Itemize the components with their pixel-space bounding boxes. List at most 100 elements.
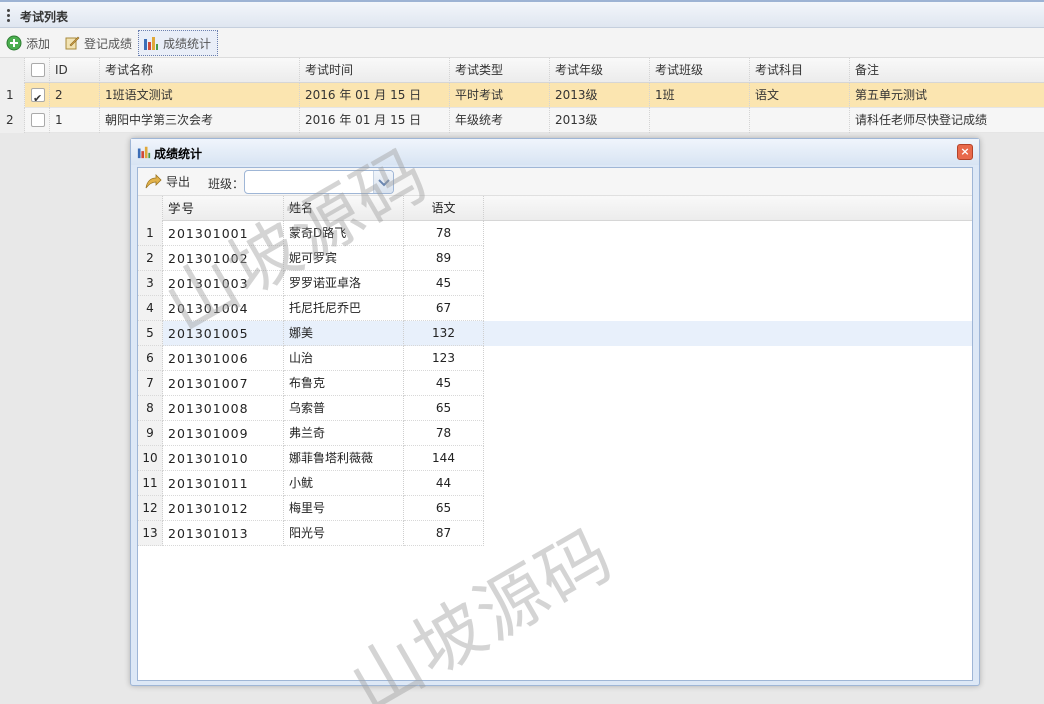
score-stats-dialog: 成绩统计 × 导出 班级： 学号 姓名 语文 1 201301001 蒙奇D路飞… bbox=[130, 138, 980, 686]
cell-chinese-score: 65 bbox=[404, 396, 484, 421]
register-score-label: 登记成绩 bbox=[84, 36, 133, 51]
table-row[interactable]: 1 201301001 蒙奇D路飞 78 bbox=[138, 221, 972, 246]
row-checkbox[interactable] bbox=[25, 83, 50, 108]
cell-grade: 2013级 bbox=[550, 83, 650, 108]
row-number: 12 bbox=[138, 496, 163, 521]
score-stats-button[interactable]: 成绩统计 bbox=[138, 30, 218, 56]
rownum-header bbox=[138, 196, 163, 221]
table-row[interactable]: 6 201301006 山治 123 bbox=[138, 346, 972, 371]
col-header-name[interactable]: 考试名称 bbox=[100, 58, 300, 83]
col-header-student-name[interactable]: 姓名 bbox=[284, 196, 404, 221]
row-number: 7 bbox=[138, 371, 163, 396]
cell-student-name: 山治 bbox=[284, 346, 404, 371]
table-row[interactable]: 5 201301005 娜美 132 bbox=[138, 321, 972, 346]
drag-handle-icon bbox=[7, 9, 11, 23]
exam-grid: ID 考试名称 考试时间 考试类型 考试年级 考试班级 考试科目 备注 1 2 … bbox=[0, 58, 1044, 133]
score-grid: 学号 姓名 语文 1 201301001 蒙奇D路飞 78 2 201301002 妮可罗宾… bbox=[138, 196, 972, 546]
col-header-id[interactable]: ID bbox=[50, 58, 100, 83]
register-score-button[interactable]: 登记成绩 bbox=[60, 30, 136, 56]
table-row[interactable]: 2 1 朝阳中学第三次会考 2016 年 01 月 15 日 年级统考 2013… bbox=[0, 108, 1044, 133]
cell-student-id: 201301008 bbox=[163, 396, 284, 421]
panel-header: 考试列表 bbox=[0, 0, 1044, 28]
cell-id: 1 bbox=[50, 108, 100, 133]
cell-student-id: 201301003 bbox=[163, 271, 284, 296]
cell-subject bbox=[750, 108, 850, 133]
col-header-class[interactable]: 考试班级 bbox=[650, 58, 750, 83]
cell-name: 1班语文测试 bbox=[100, 83, 300, 108]
row-number: 1 bbox=[0, 83, 25, 108]
close-icon[interactable]: × bbox=[957, 144, 973, 160]
row-number: 1 bbox=[138, 221, 163, 246]
cell-name: 朝阳中学第三次会考 bbox=[100, 108, 300, 133]
chevron-down-icon[interactable] bbox=[373, 171, 393, 193]
cell-class bbox=[650, 108, 750, 133]
export-button[interactable]: 导出 bbox=[144, 173, 190, 190]
table-row[interactable]: 1 2 1班语文测试 2016 年 01 月 15 日 平时考试 2013级 1… bbox=[0, 83, 1044, 108]
class-select[interactable] bbox=[244, 170, 394, 194]
col-header-remark[interactable]: 备注 bbox=[850, 58, 1044, 83]
col-header-grade[interactable]: 考试年级 bbox=[550, 58, 650, 83]
cell-chinese-score: 44 bbox=[404, 471, 484, 496]
cell-chinese-score: 78 bbox=[404, 221, 484, 246]
table-row[interactable]: 10 201301010 娜菲鲁塔利薇薇 144 bbox=[138, 446, 972, 471]
table-row[interactable]: 12 201301012 梅里号 65 bbox=[138, 496, 972, 521]
cell-remark: 请科任老师尽快登记成绩 bbox=[855, 113, 988, 127]
row-number: 5 bbox=[138, 321, 163, 346]
col-header-chinese[interactable]: 语文 bbox=[404, 196, 484, 221]
col-header-subject[interactable]: 考试科目 bbox=[750, 58, 850, 83]
row-number: 10 bbox=[138, 446, 163, 471]
cell-chinese-score: 87 bbox=[404, 521, 484, 546]
dialog-toolbar: 导出 班级： bbox=[138, 168, 972, 196]
cell-student-name: 阳光号 bbox=[284, 521, 404, 546]
cell-student-name: 托尼托尼乔巴 bbox=[284, 296, 404, 321]
table-row[interactable]: 7 201301007 布鲁克 45 bbox=[138, 371, 972, 396]
cell-student-id: 201301004 bbox=[163, 296, 284, 321]
dialog-title: 成绩统计 bbox=[154, 147, 203, 161]
cell-chinese-score: 123 bbox=[404, 346, 484, 371]
score-stats-label: 成绩统计 bbox=[163, 36, 212, 51]
cell-chinese-score: 78 bbox=[404, 421, 484, 446]
row-number: 13 bbox=[138, 521, 163, 546]
cell-chinese-score: 45 bbox=[404, 271, 484, 296]
cell-student-name: 娜菲鲁塔利薇薇 bbox=[284, 446, 404, 471]
bar-chart-icon bbox=[137, 145, 151, 159]
cell-student-id: 201301012 bbox=[163, 496, 284, 521]
row-number: 3 bbox=[138, 271, 163, 296]
dialog-body: 导出 班级： 学号 姓名 语文 1 201301001 蒙奇D路飞 78 2 201301… bbox=[137, 167, 973, 681]
table-row[interactable]: 3 201301003 罗罗诺亚卓洛 45 bbox=[138, 271, 972, 296]
select-all-checkbox[interactable] bbox=[25, 58, 50, 83]
table-row[interactable]: 9 201301009 弗兰奇 78 bbox=[138, 421, 972, 446]
cell-time: 2016 年 01 月 15 日 bbox=[300, 108, 450, 133]
cell-student-name: 乌索普 bbox=[284, 396, 404, 421]
table-row[interactable]: 13 201301013 阳光号 87 bbox=[138, 521, 972, 546]
table-row[interactable]: 4 201301004 托尼托尼乔巴 67 bbox=[138, 296, 972, 321]
panel-title: 考试列表 bbox=[20, 10, 69, 24]
col-header-student-id[interactable]: 学号 bbox=[163, 196, 284, 221]
table-row[interactable]: 8 201301008 乌索普 65 bbox=[138, 396, 972, 421]
cell-student-name: 蒙奇D路飞 bbox=[284, 221, 404, 246]
add-label: 添加 bbox=[26, 36, 51, 51]
add-button[interactable]: 添加 bbox=[2, 30, 54, 56]
cell-student-id: 201301006 bbox=[163, 346, 284, 371]
col-header-time[interactable]: 考试时间 bbox=[300, 58, 450, 83]
rownum-header bbox=[0, 58, 25, 83]
cell-student-id: 201301007 bbox=[163, 371, 284, 396]
cell-student-id: 201301013 bbox=[163, 521, 284, 546]
table-row[interactable]: 11 201301011 小鱿 44 bbox=[138, 471, 972, 496]
cell-grade: 2013级 bbox=[550, 108, 650, 133]
cell-student-id: 201301002 bbox=[163, 246, 284, 271]
cell-class: 1班 bbox=[650, 83, 750, 108]
row-checkbox[interactable] bbox=[25, 108, 50, 133]
export-label: 导出 bbox=[166, 175, 191, 189]
grid-header: ID 考试名称 考试时间 考试类型 考试年级 考试班级 考试科目 备注 bbox=[0, 58, 1044, 83]
row-number: 6 bbox=[138, 346, 163, 371]
cell-id: 2 bbox=[50, 83, 100, 108]
edit-document-icon bbox=[64, 35, 80, 51]
table-row[interactable]: 2 201301002 妮可罗宾 89 bbox=[138, 246, 972, 271]
col-header-type[interactable]: 考试类型 bbox=[450, 58, 550, 83]
class-filter-label: 班级： bbox=[208, 177, 245, 191]
cell-remark: 第五单元测试 bbox=[855, 88, 928, 102]
dialog-header[interactable]: 成绩统计 × bbox=[131, 139, 979, 165]
row-number: 4 bbox=[138, 296, 163, 321]
cell-chinese-score: 132 bbox=[404, 321, 484, 346]
